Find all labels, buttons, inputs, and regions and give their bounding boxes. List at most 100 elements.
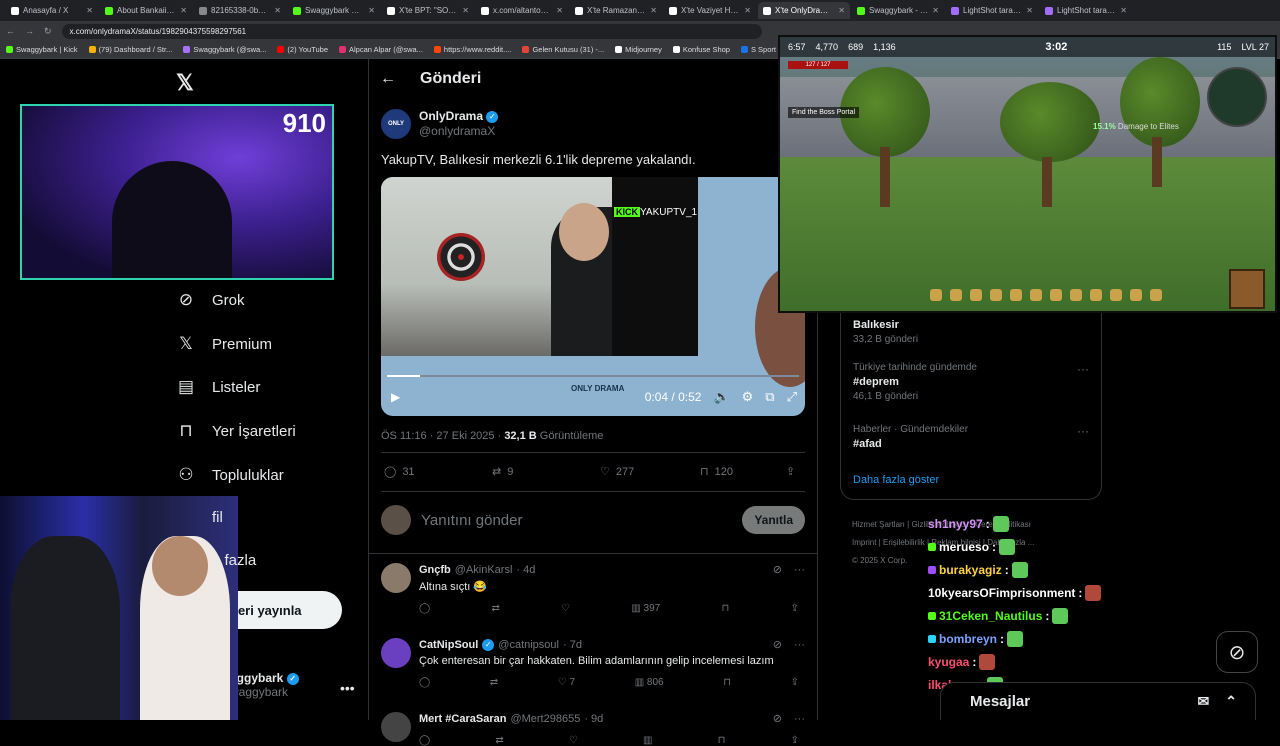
tab-close-icon[interactable]: ✕: [744, 6, 751, 15]
back-icon[interactable]: ←: [6, 26, 15, 36]
sidebar-item[interactable]: a fazla: [176, 552, 256, 569]
bookmark-icon[interactable]: ⊓: [721, 603, 729, 614]
reply-action[interactable]: ◯ 31: [384, 465, 492, 479]
sidebar-item[interactable]: ▤ Listeler: [176, 377, 260, 397]
share-icon[interactable]: ⇪: [791, 603, 799, 614]
heart-icon[interactable]: ♡ 7: [558, 677, 575, 688]
sidebar-item[interactable]: fil: [176, 509, 223, 526]
like-action[interactable]: ♡ 277: [600, 465, 700, 479]
reply-button[interactable]: Yanıtla: [742, 506, 805, 534]
new-message-icon[interactable]: ✉: [1198, 693, 1210, 710]
reply-item[interactable]: CatNipSoul ✓ @catnipsoul · 7d ⊘ ··· Çok entere…: [381, 638, 805, 688]
reply-item[interactable]: Mert #CaraSaran @Mert298655 · 9d ⊘ ··· ◯ ⇄ ♡ …: [381, 712, 805, 746]
heart-icon[interactable]: ♡: [569, 735, 578, 746]
tab-close-icon[interactable]: ✕: [838, 6, 845, 15]
reply-author-handle[interactable]: @Mert298655: [510, 713, 580, 725]
bookmark-item[interactable]: Gelen Kutusu (31) -...: [522, 45, 604, 54]
reply-icon[interactable]: ◯: [419, 603, 430, 614]
trend-more-icon[interactable]: ···: [1077, 424, 1089, 438]
video-player[interactable]: KICK YAKUPTV_1 ONLY DRAMA ▶ 0:04 / 0:52 🔈…: [381, 177, 805, 416]
author-handle[interactable]: @onlydramaX: [419, 124, 498, 139]
browser-tab[interactable]: Swaggybark Stream... ✕: [288, 2, 380, 19]
browser-tab[interactable]: x.com/altantopcak_m...✕: [476, 2, 568, 19]
tab-close-icon[interactable]: ✕: [1120, 6, 1127, 15]
tab-close-icon[interactable]: ✕: [368, 6, 375, 15]
grok-icon[interactable]: ⊘: [773, 712, 782, 725]
browser-tab[interactable]: LightShot tarafından ... ✕: [1040, 2, 1132, 19]
sidebar-item[interactable]: ⚇ Topluluklar: [176, 465, 283, 485]
browser-tab[interactable]: 82165338-0b0b-4b7... ✕: [194, 2, 286, 19]
sidebar-item[interactable]: ⊓ Yer İşaretleri: [176, 421, 295, 441]
repost-icon[interactable]: ⇄: [491, 603, 499, 614]
tab-close-icon[interactable]: ✕: [274, 6, 281, 15]
reply-icon[interactable]: ◯: [419, 735, 430, 746]
reply-author-handle[interactable]: @catnipsoul: [498, 639, 559, 651]
video-progress-bar[interactable]: [387, 375, 799, 377]
tab-close-icon[interactable]: ✕: [1026, 6, 1033, 15]
share-icon[interactable]: ⇪: [791, 677, 799, 688]
bookmark-item[interactable]: Swaggybark | Kick: [6, 45, 78, 54]
views-icon[interactable]: ▥: [643, 735, 652, 746]
bookmark-item[interactable]: Swaggybark (@swa...: [183, 45, 266, 54]
bookmark-item[interactable]: Alpcan Alpar (@swa...: [339, 45, 423, 54]
bookmark-icon[interactable]: ⊓: [718, 735, 726, 746]
trend-item[interactable]: Türkiye tarihinde gündemde #deprem 46,1 B …: [853, 362, 977, 402]
reply-author-name[interactable]: Mert #CaraSaran: [419, 713, 506, 725]
trend-item[interactable]: Haberler · Gündemdekiler #afad: [853, 424, 968, 453]
grok-icon[interactable]: ⊘: [773, 563, 782, 576]
share-action[interactable]: ⇪: [786, 465, 795, 478]
show-more-link[interactable]: Daha fazla göster: [853, 474, 939, 486]
play-icon[interactable]: ▶: [391, 390, 400, 404]
more-options-icon[interactable]: •••: [340, 680, 355, 696]
bookmark-item[interactable]: Midjourney: [615, 45, 662, 54]
repost-action[interactable]: ⇄ 9: [492, 465, 600, 479]
tab-close-icon[interactable]: ✕: [86, 6, 93, 15]
views-icon[interactable]: ▥ 806: [635, 677, 664, 688]
views-icon[interactable]: ▥ 397: [631, 603, 660, 614]
fullscreen-icon[interactable]: ⤢: [787, 389, 797, 405]
reply-avatar[interactable]: [381, 712, 411, 742]
reply-input[interactable]: Yanıtını gönder: [421, 512, 732, 529]
tab-close-icon[interactable]: ✕: [462, 6, 469, 15]
tweet-author[interactable]: ONLY OnlyDrama ✓ @onlydramaX: [381, 109, 499, 139]
more-options-icon[interactable]: ···: [794, 713, 805, 725]
browser-tab[interactable]: Anasayfa / X ✕: [6, 2, 98, 19]
bookmark-icon[interactable]: ⊓: [723, 677, 731, 688]
browser-tab[interactable]: LightShot tarafından ... ✕: [946, 2, 1038, 19]
tab-close-icon[interactable]: ✕: [650, 6, 657, 15]
reply-item[interactable]: Gnçfb @AkinKarsl · 4d ⊘ ··· Altına sıçtı 😂 ◯ ⇄…: [381, 563, 805, 614]
url-field[interactable]: x.com/onlydramaX/status/1982904375598297…: [61, 23, 762, 39]
footer-link[interactable]: Hizmet Şartları: [852, 520, 905, 529]
repost-icon[interactable]: ⇄: [495, 735, 503, 746]
bookmark-action[interactable]: ⊓ 120: [700, 465, 786, 479]
tab-close-icon[interactable]: ✕: [556, 6, 563, 15]
browser-tab[interactable]: X'te Ramazan Selimo... ✕: [570, 2, 662, 19]
settings-icon[interactable]: ⚙: [742, 389, 754, 405]
pip-icon[interactable]: ⧉: [765, 389, 774, 405]
author-name[interactable]: OnlyDrama: [419, 109, 483, 123]
x-logo-icon[interactable]: 𝕏: [176, 70, 194, 96]
trend-item[interactable]: Balıkesir 33,2 B gönderi: [853, 316, 918, 345]
reply-avatar[interactable]: [381, 563, 411, 593]
volume-icon[interactable]: 🔈: [713, 389, 729, 405]
account-switcher[interactable]: aggybark ✓ waggybark: [230, 671, 299, 699]
grok-icon[interactable]: ⊘: [1216, 631, 1258, 673]
back-arrow-icon[interactable]: ←: [380, 70, 396, 88]
browser-tab[interactable]: X'te BPT: "SON DAKİK... ✕: [382, 2, 474, 19]
footer-link[interactable]: Erişilebilirlik: [883, 538, 925, 547]
footer-link[interactable]: Imprint: [852, 538, 876, 547]
reply-author-name[interactable]: Gnçfb: [419, 564, 451, 576]
browser-tab[interactable]: X'te Vaziyet Haber: "B... ✕: [664, 2, 756, 19]
browser-tab[interactable]: X'te OnlyDrama: "Yaku... ✕: [758, 2, 850, 19]
trend-more-icon[interactable]: ···: [1077, 362, 1089, 376]
reply-icon[interactable]: ◯: [419, 677, 430, 688]
tab-close-icon[interactable]: ✕: [180, 6, 187, 15]
more-options-icon[interactable]: ···: [794, 564, 805, 576]
expand-icon[interactable]: ⌃: [1225, 693, 1237, 710]
repost-icon[interactable]: ⇄: [490, 677, 498, 688]
bookmark-item[interactable]: (2) YouTube: [277, 45, 328, 54]
sidebar-item[interactable]: ⊘ Grok: [176, 290, 245, 310]
reply-author-name[interactable]: CatNipSoul: [419, 639, 478, 651]
forward-icon[interactable]: →: [25, 26, 34, 36]
bookmark-item[interactable]: (79) Dashboard / Str...: [88, 45, 172, 54]
